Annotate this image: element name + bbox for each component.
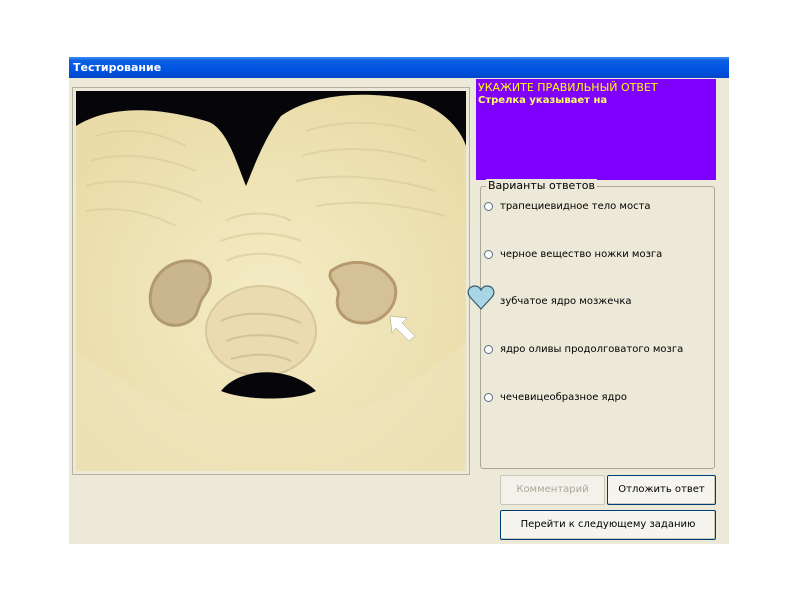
heart-icon xyxy=(467,285,495,310)
answer-option-1[interactable]: трапециевидное тело моста xyxy=(484,199,651,213)
answer-label: зубчатое ядро мозжечка xyxy=(500,295,632,307)
answer-label: трапециевидное тело моста xyxy=(500,200,651,212)
radio-icon[interactable] xyxy=(484,249,493,259)
image-frame xyxy=(72,87,470,475)
answer-label: черное вещество ножки мозга xyxy=(500,248,663,260)
answer-option-4[interactable]: ядро оливы продолговатого мозга xyxy=(484,342,683,356)
answer-option-5[interactable]: чечевицеобразное ядро xyxy=(484,390,627,404)
specimen-image xyxy=(76,91,466,471)
radio-icon[interactable] xyxy=(484,392,493,402)
question-panel: УКАЖИТЕ ПРАВИЛЬНЫЙ ОТВЕТ Стрелка указыва… xyxy=(476,79,716,180)
answer-label: чечевицеобразное ядро xyxy=(500,391,627,403)
question-text: Стрелка указывает на xyxy=(478,95,608,106)
test-window: Тестирование УКАЖИТЕ ПРАВИЛЬНЫЙ ОТВЕТ Ст… xyxy=(69,57,729,544)
answers-legend: Варианты ответов xyxy=(486,179,597,192)
comment-button[interactable]: Комментарий xyxy=(500,475,605,505)
radio-icon[interactable] xyxy=(484,201,493,211)
answer-option-2[interactable]: черное вещество ножки мозга xyxy=(484,247,662,261)
answer-option-3[interactable]: зубчатое ядро мозжечка xyxy=(484,294,632,308)
window-title: Тестирование xyxy=(69,57,729,78)
answers-groupbox: Варианты ответов трапециевидное тело мос… xyxy=(480,179,715,469)
answer-label: ядро оливы продолговатого мозга xyxy=(500,343,684,355)
postpone-answer-button[interactable]: Отложить ответ xyxy=(607,475,716,505)
question-title: УКАЖИТЕ ПРАВИЛЬНЫЙ ОТВЕТ xyxy=(478,81,658,94)
radio-icon[interactable] xyxy=(484,344,493,354)
next-question-button[interactable]: Перейти к следующему заданию xyxy=(500,510,716,540)
